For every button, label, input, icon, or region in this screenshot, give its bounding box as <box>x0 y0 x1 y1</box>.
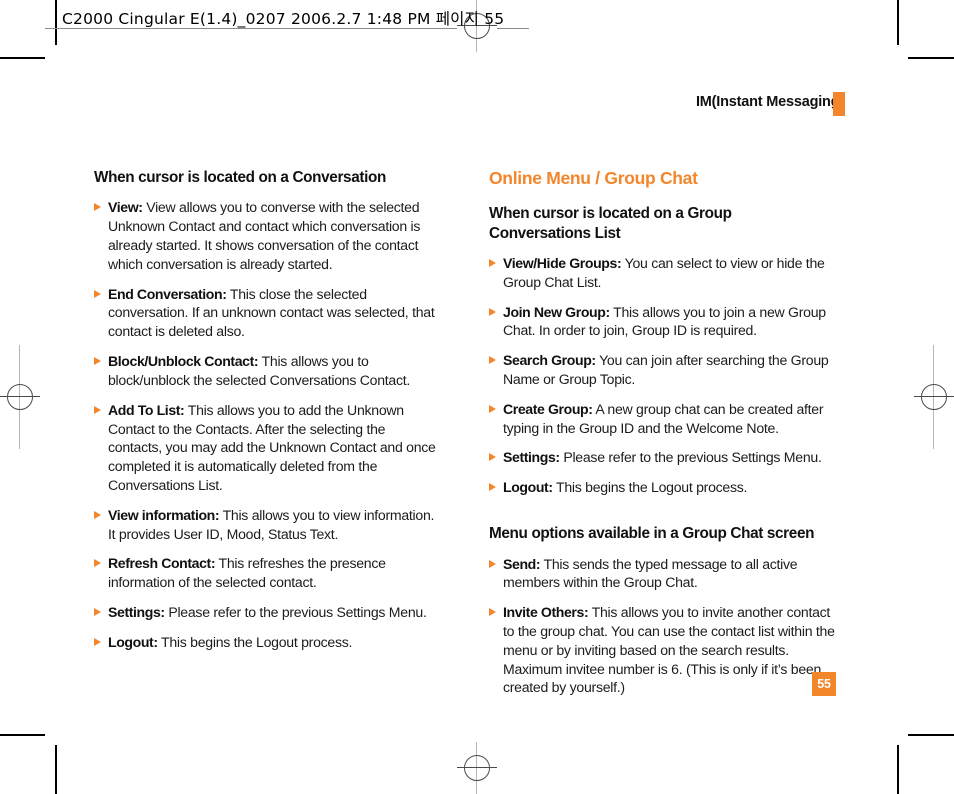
triangle-bullet-icon <box>94 289 101 298</box>
list-item: View: View allows you to converse with t… <box>94 198 442 273</box>
list-item-term: View information: <box>108 506 220 523</box>
triangle-bullet-icon <box>94 405 101 414</box>
triangle-bullet-icon <box>489 307 496 316</box>
list-item: Create Group: A new group chat can be cr… <box>489 400 837 438</box>
left-column-heading: When cursor is located on a Conversation <box>94 169 386 186</box>
right-column-list-1: View/Hide Groups: You can select to view… <box>489 254 837 497</box>
list-item-term: Settings: <box>503 449 560 466</box>
section-title: Online Menu / Group Chat <box>489 168 698 188</box>
triangle-bullet-icon <box>94 637 101 646</box>
list-item-term: View: <box>108 199 143 216</box>
list-item-term: Send: <box>503 555 541 572</box>
triangle-bullet-icon <box>489 356 496 365</box>
list-item-term: Logout: <box>108 633 158 650</box>
triangle-bullet-icon <box>94 608 101 617</box>
right-column-list-2: Send: This sends the typed message to al… <box>489 555 837 698</box>
list-item: Refresh Contact: This refreshes the pres… <box>94 554 442 592</box>
list-item-term: Logout: <box>503 479 553 496</box>
triangle-bullet-icon <box>94 203 101 212</box>
triangle-bullet-icon <box>94 559 101 568</box>
triangle-bullet-icon <box>489 258 496 267</box>
list-item-term: Block/Unblock Contact: <box>108 353 259 370</box>
list-item-desc: Please refer to the previous Settings Me… <box>164 604 427 621</box>
list-item: Settings: Please refer to the previous S… <box>94 603 442 622</box>
list-item-term: Search Group: <box>503 352 596 369</box>
right-column: Online Menu / Group Chat When cursor is … <box>489 168 837 697</box>
triangle-bullet-icon <box>489 453 496 462</box>
list-item-desc: Please refer to the previous Settings Me… <box>559 449 822 466</box>
list-item: Search Group: You can join after searchi… <box>489 351 837 389</box>
page-number-badge: 55 <box>812 672 836 696</box>
list-item-term: View/Hide Groups: <box>503 254 622 271</box>
list-item-term: Add To List: <box>108 401 185 418</box>
list-item: View information: This allows you to vie… <box>94 506 442 544</box>
right-column-heading-2: Menu options available in a Group Chat s… <box>489 525 815 543</box>
list-item-term: Refresh Contact: <box>108 555 216 572</box>
page-content: When cursor is located on a Conversation… <box>0 0 954 794</box>
list-item-desc: This sends the typed message to all acti… <box>503 555 798 591</box>
list-item: Add To List: This allows you to add the … <box>94 401 442 495</box>
list-item-term: Join New Group: <box>503 303 610 320</box>
triangle-bullet-icon <box>94 510 101 519</box>
left-column-list: View: View allows you to converse with t… <box>94 198 442 651</box>
triangle-bullet-icon <box>489 404 496 413</box>
triangle-bullet-icon <box>489 608 496 617</box>
list-item: Logout: This begins the Logout process. <box>489 478 837 497</box>
list-item-desc: This begins the Logout process. <box>552 479 748 496</box>
list-item: Send: This sends the typed message to al… <box>489 555 837 593</box>
list-item-term: Invite Others: <box>503 604 589 621</box>
list-item: Invite Others: This allows you to invite… <box>489 603 837 697</box>
list-item: Block/Unblock Contact: This allows you t… <box>94 352 442 390</box>
list-item-term: End Conversation: <box>108 285 227 302</box>
list-item-term: Settings: <box>108 604 165 621</box>
right-column-heading-1: When cursor is located on a Group Conver… <box>489 205 732 242</box>
triangle-bullet-icon <box>489 483 496 492</box>
list-item: End Conversation: This close the selecte… <box>94 285 442 341</box>
list-item-term: Create Group: <box>503 400 593 417</box>
list-item: View/Hide Groups: You can select to view… <box>489 254 837 292</box>
list-item: Logout: This begins the Logout process. <box>94 633 442 652</box>
list-item-desc: View allows you to converse with the sel… <box>108 199 421 272</box>
triangle-bullet-icon <box>94 357 101 366</box>
list-item: Join New Group: This allows you to join … <box>489 303 837 341</box>
left-column: When cursor is located on a Conversation… <box>94 168 442 652</box>
list-item-desc: This begins the Logout process. <box>157 633 353 650</box>
triangle-bullet-icon <box>489 559 496 568</box>
list-item: Settings: Please refer to the previous S… <box>489 448 837 467</box>
